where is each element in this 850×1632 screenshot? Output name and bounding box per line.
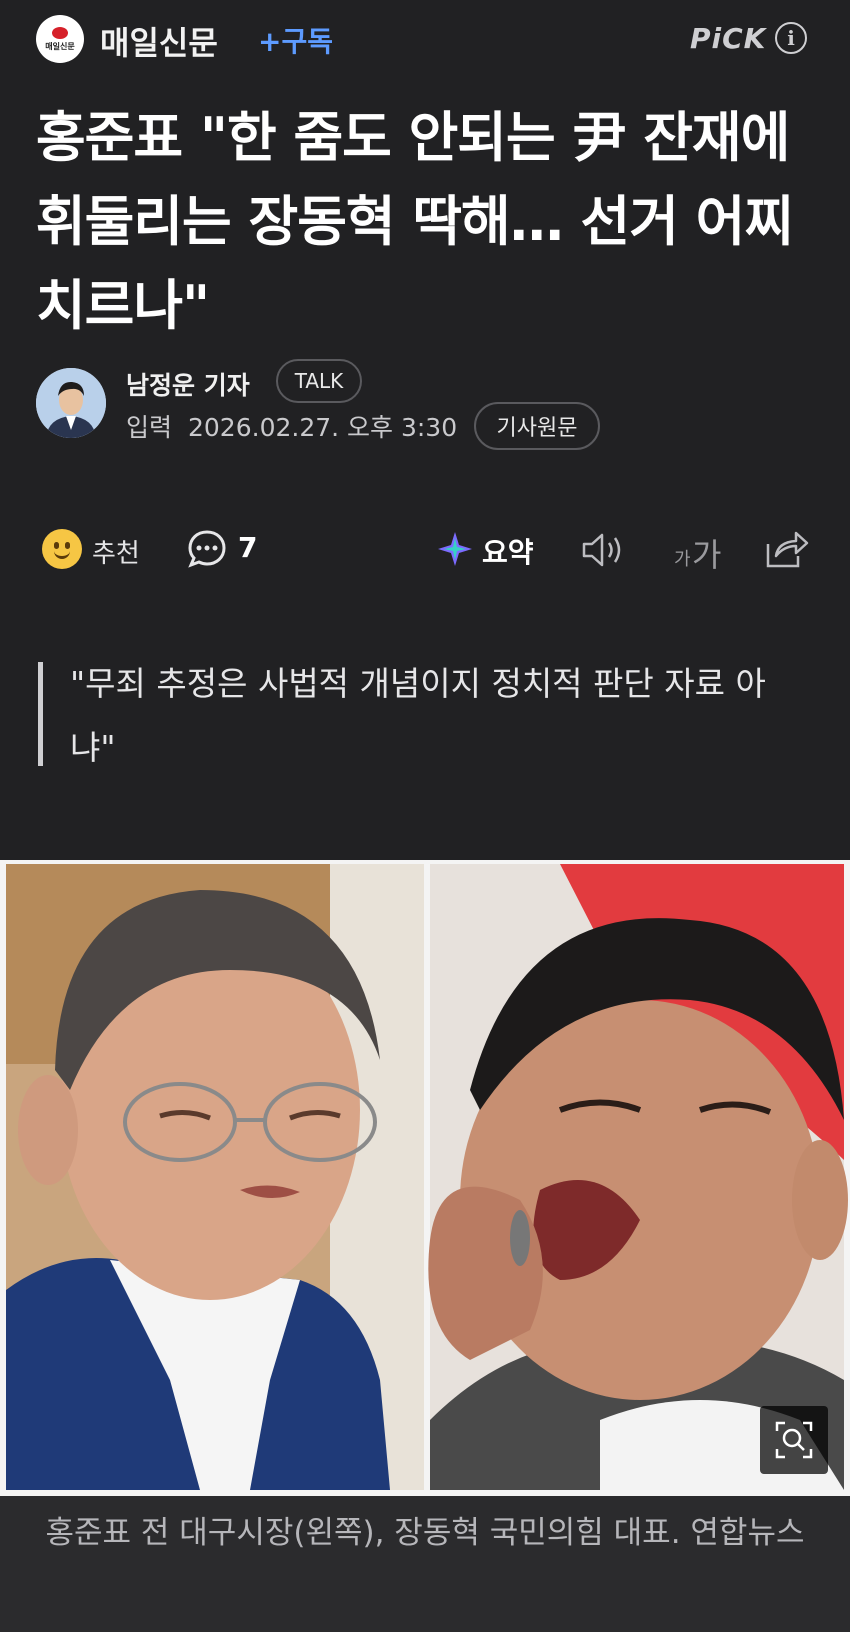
press-logo[interactable]: 매일신문	[36, 15, 84, 63]
reporter-name[interactable]: 남정운 기자	[126, 366, 250, 402]
pick-badge: PiCK	[690, 22, 767, 55]
reporter-avatar[interactable]	[36, 368, 106, 438]
ai-summary-icon[interactable]	[436, 530, 474, 568]
subscribe-button[interactable]: +구독	[258, 20, 333, 60]
share-icon[interactable]	[764, 528, 810, 570]
reporter-photo	[36, 368, 106, 438]
logo-mark-icon	[52, 26, 68, 39]
comment-icon[interactable]	[186, 528, 228, 570]
original-article-button[interactable]: 기사원문	[474, 402, 600, 450]
talk-button[interactable]: TALK	[276, 359, 362, 403]
zoom-icon	[775, 1421, 813, 1459]
publish-date: 2026.02.27. 오후 3:30	[188, 413, 458, 442]
font-size-small-glyph[interactable]: 가	[674, 545, 691, 571]
photo-illustration	[6, 864, 848, 1490]
speaker-icon[interactable]	[580, 530, 626, 570]
image-zoom-button[interactable]	[760, 1406, 828, 1474]
photo-caption: 홍준표 전 대구시장(왼쪽), 장동혁 국민의힘 대표. 연합뉴스	[45, 1515, 805, 1551]
date-label: 입력	[126, 413, 173, 442]
article-photo[interactable]	[0, 860, 850, 1496]
summary-button[interactable]: 요약	[482, 531, 534, 571]
info-icon[interactable]: i	[775, 22, 807, 54]
font-size-button[interactable]: 가	[692, 530, 721, 576]
comment-count[interactable]: 7	[238, 531, 257, 564]
recommend-button[interactable]: 추천	[92, 533, 140, 570]
logo-text: 매일신문	[45, 41, 75, 51]
recommend-smiley-icon[interactable]	[42, 529, 82, 569]
info-glyph: i	[787, 26, 795, 50]
quote-bar	[38, 662, 43, 766]
article-headline: 홍준표 "한 줌도 안되는 尹 잔재에 휘둘리는 장동혁 딱해… 선거 어찌 치…	[36, 106, 794, 337]
subtitle-quote: "무죄 추정은 사법적 개념이지 정치적 판단 자료 아냐"	[70, 664, 766, 767]
press-name[interactable]: 매일신문	[100, 18, 218, 64]
